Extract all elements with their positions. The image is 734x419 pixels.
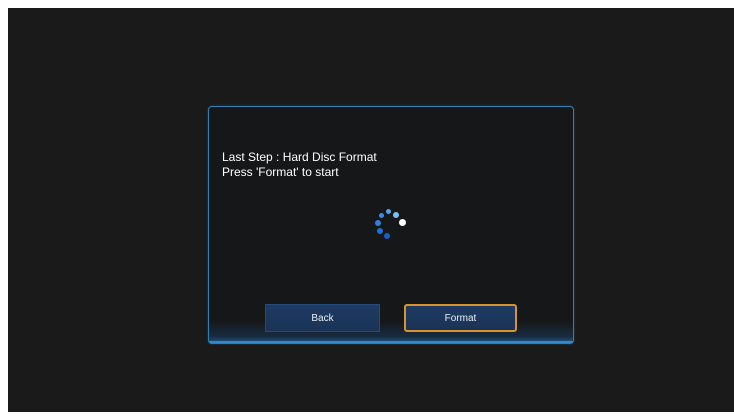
spinner-dot [393, 212, 399, 218]
spinner-dot [377, 228, 383, 234]
dialog-footer-glow [209, 321, 573, 343]
spinner-dot [386, 209, 391, 214]
dialog-title: Last Step : Hard Disc Format [222, 150, 377, 164]
spinner-dot [399, 219, 406, 226]
spinner-dot [379, 213, 384, 218]
spinner-dot [375, 220, 381, 226]
spinner-dot [384, 233, 390, 239]
dialog-footer-line [209, 341, 573, 343]
back-button[interactable]: Back [265, 304, 380, 332]
dialog-instruction: Press 'Format' to start [222, 165, 339, 179]
format-button[interactable]: Format [404, 304, 517, 332]
loading-spinner-icon [372, 208, 408, 242]
